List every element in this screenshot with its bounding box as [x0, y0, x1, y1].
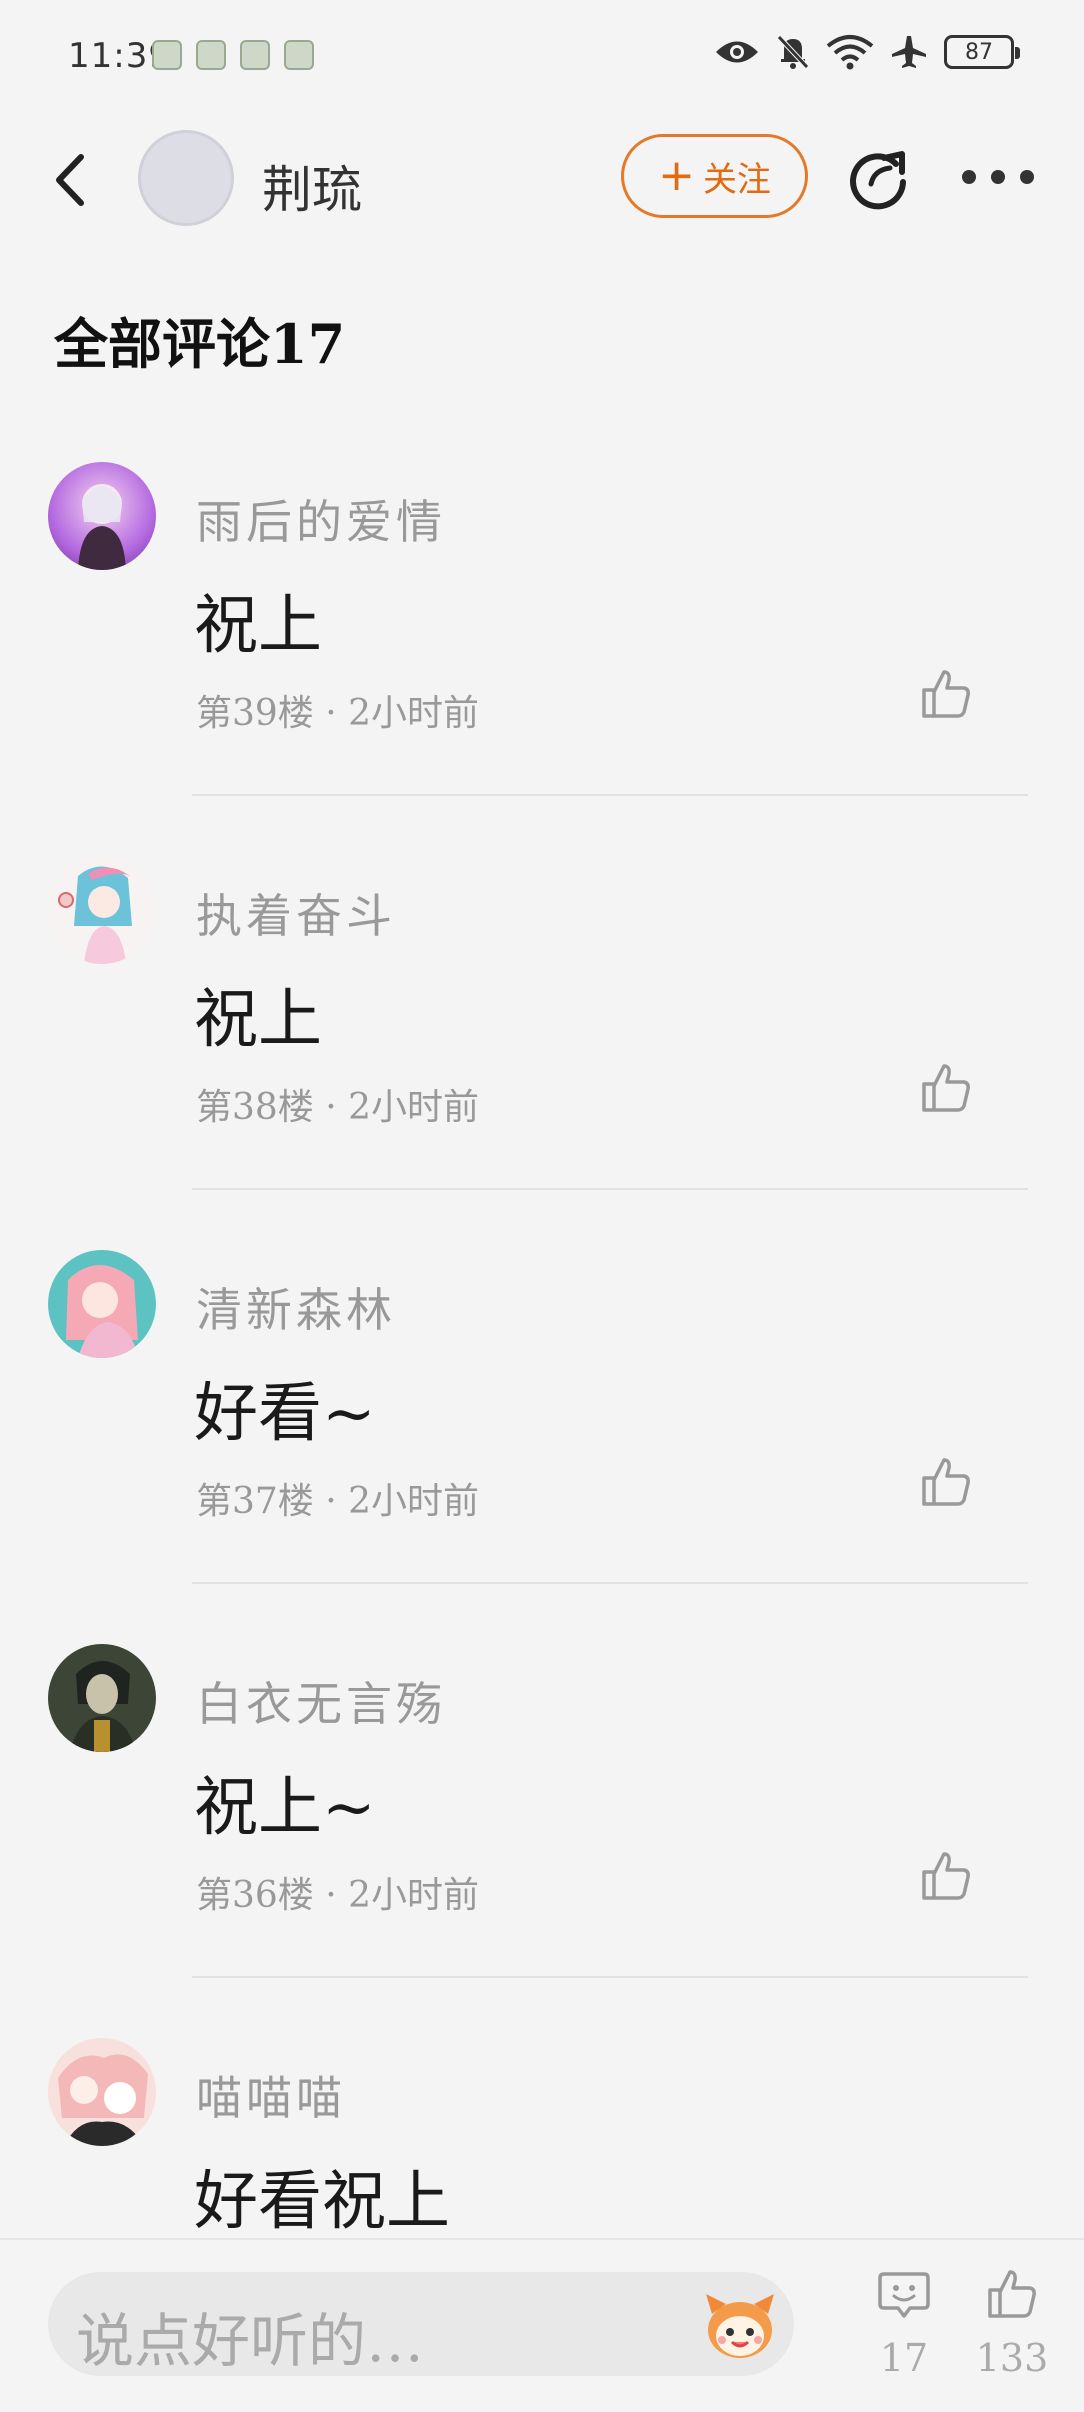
comment-item[interactable]: 执着奋斗 祝上 第38楼 · 2小时前	[0, 856, 1084, 1250]
like-button[interactable]	[918, 1060, 974, 1116]
commenter-avatar[interactable]	[48, 1250, 156, 1358]
dot	[991, 170, 1005, 184]
commenter-name[interactable]: 清新森林	[196, 1274, 396, 1340]
mascot-emoji-icon	[706, 2294, 774, 2358]
battery-indicator: 87	[944, 35, 1020, 69]
comment-input-placeholder: 说点好听的…	[76, 2307, 425, 2375]
app-notification-icon	[152, 40, 182, 70]
status-icons: 87	[714, 34, 1020, 70]
more-options-button[interactable]	[962, 144, 1034, 210]
chevron-left-icon	[56, 154, 84, 206]
comment-text: 好看~	[194, 1377, 376, 1451]
author-name[interactable]: 荆琉	[262, 150, 362, 222]
comment-text: 祝上	[194, 589, 322, 663]
comment-input[interactable]: 说点好听的…	[48, 2272, 794, 2376]
author-avatar[interactable]	[138, 130, 234, 226]
divider	[192, 1582, 1028, 1584]
back-button[interactable]	[40, 148, 100, 212]
commenter-avatar[interactable]	[48, 462, 156, 570]
commenter-avatar[interactable]	[48, 2038, 156, 2146]
plus-icon: +	[658, 150, 695, 201]
like-post-button[interactable]: 133	[972, 2266, 1052, 2380]
bell-muted-icon	[776, 34, 810, 70]
eye-icon	[714, 37, 760, 67]
thumbs-up-icon	[922, 1458, 970, 1506]
thumbs-up-icon	[922, 1064, 970, 1112]
comment-meta: 第39楼 · 2小时前	[196, 693, 480, 734]
divider	[192, 1976, 1028, 1978]
comment-text: 祝上~	[194, 1771, 376, 1845]
airplane-icon	[890, 34, 928, 70]
commenter-name[interactable]: 白衣无言殇	[196, 1668, 446, 1734]
comment-meta: 第38楼 · 2小时前	[196, 1087, 480, 1128]
commenter-name[interactable]: 雨后的爱情	[196, 486, 446, 552]
divider	[192, 1188, 1028, 1190]
comment-meta: 第37楼 · 2小时前	[196, 1481, 480, 1522]
comment-text: 祝上	[194, 983, 322, 1057]
emoji-button[interactable]	[700, 2284, 780, 2364]
comment-item[interactable]: 白衣无言殇 祝上~ 第36楼 · 2小时前	[0, 1644, 1084, 2038]
like-button[interactable]	[918, 666, 974, 722]
top-nav: 荆琉 + 关注	[0, 120, 1084, 240]
comment-bottom-bar: 说点好听的… 17 133	[0, 2238, 1084, 2412]
status-bar: 11:39 87	[0, 0, 1084, 110]
comment-count: 17	[879, 2336, 929, 2380]
follow-button[interactable]: + 关注	[621, 134, 808, 218]
comments-section-title: 全部评论17	[54, 312, 346, 376]
app-notification-icon	[240, 40, 270, 70]
share-button[interactable]	[846, 144, 912, 210]
comments-button[interactable]: 17	[864, 2266, 944, 2380]
like-count: 133	[975, 2336, 1049, 2380]
thumbs-up-icon	[922, 1852, 970, 1900]
notification-icons	[152, 40, 314, 70]
thumbs-up-icon	[988, 2270, 1036, 2318]
wifi-icon	[826, 34, 874, 70]
share-icon	[850, 151, 906, 210]
like-button[interactable]	[918, 1454, 974, 1510]
comment-text: 好看祝上	[194, 2165, 450, 2239]
app-notification-icon	[196, 40, 226, 70]
commenter-name[interactable]: 喵喵喵	[196, 2062, 346, 2128]
dot	[1020, 170, 1034, 184]
thumbs-up-icon	[922, 670, 970, 718]
follow-label: 关注	[702, 159, 771, 200]
comment-item[interactable]: 雨后的爱情 祝上 第39楼 · 2小时前	[0, 462, 1084, 856]
comment-item[interactable]: 清新森林 好看~ 第37楼 · 2小时前	[0, 1250, 1084, 1644]
comment-meta: 第36楼 · 2小时前	[196, 1875, 480, 1916]
app-notification-icon	[284, 40, 314, 70]
comment-bubble-icon	[878, 2272, 930, 2318]
commenter-avatar[interactable]	[48, 856, 156, 964]
divider	[192, 794, 1028, 796]
like-button[interactable]	[918, 1848, 974, 1904]
commenter-name[interactable]: 执着奋斗	[196, 880, 396, 946]
commenter-avatar[interactable]	[48, 1644, 156, 1752]
dot	[962, 170, 976, 184]
